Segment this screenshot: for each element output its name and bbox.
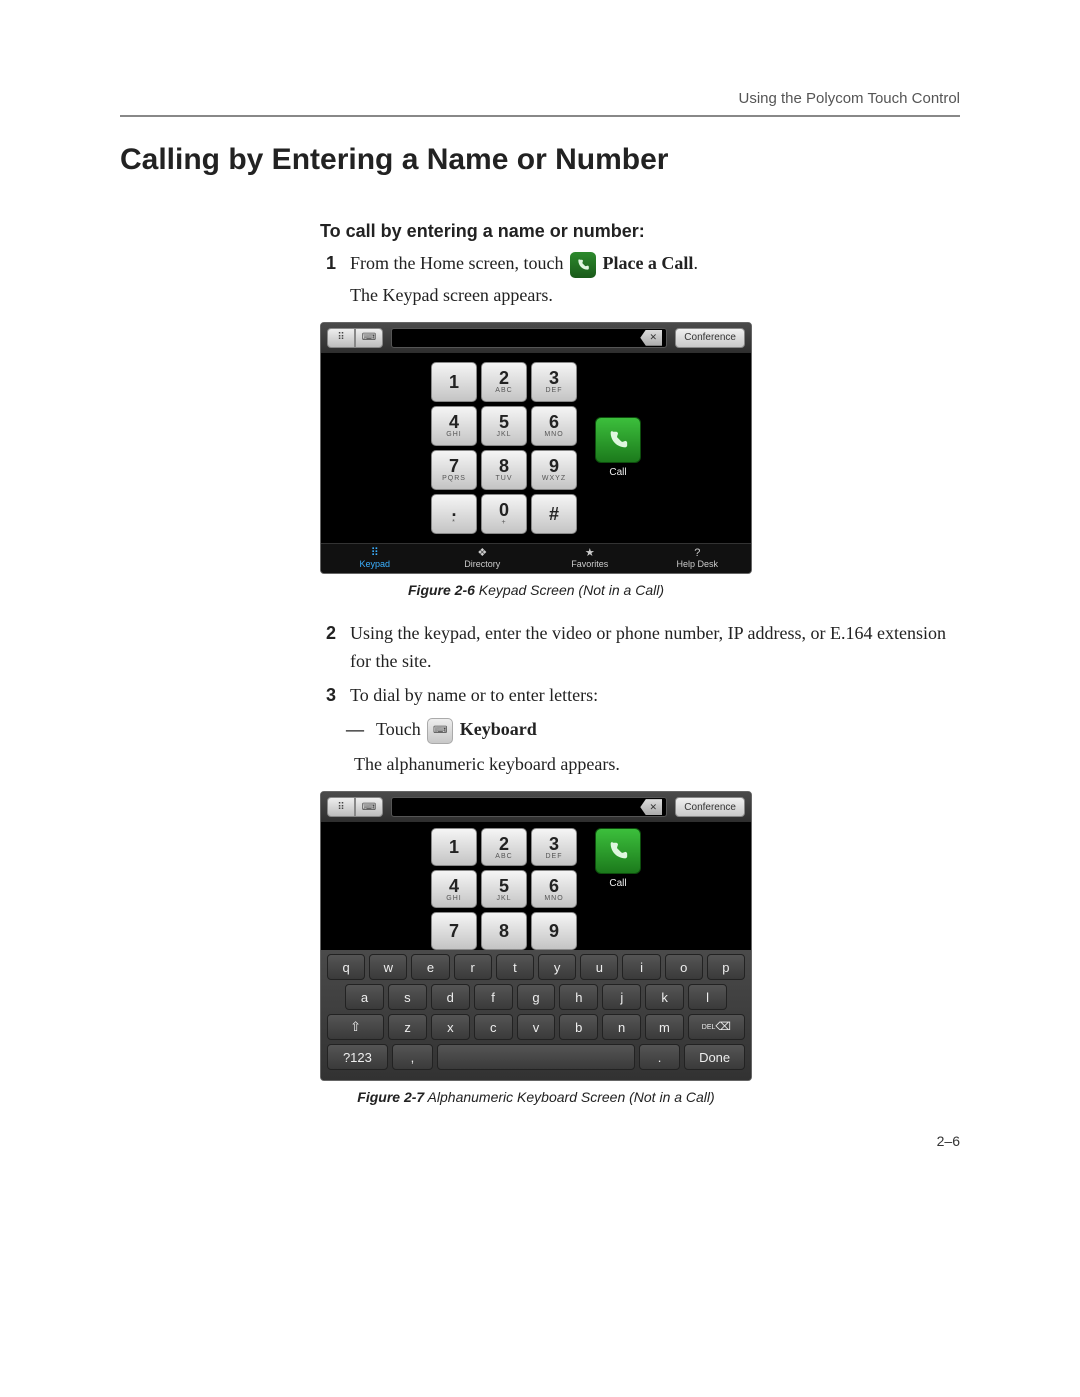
- phone-icon: [570, 252, 596, 278]
- key-e[interactable]: e: [411, 954, 449, 980]
- keypad-key-.[interactable]: .*: [431, 494, 477, 534]
- keyboard-icon: ⌨: [427, 718, 453, 744]
- comma-key[interactable]: ,: [392, 1044, 433, 1070]
- place-call-label: Place a Call: [602, 253, 693, 273]
- step-number: 2: [320, 620, 336, 676]
- keypad-key-7[interactable]: 7PQRS: [431, 450, 477, 490]
- call-label: Call: [609, 878, 626, 889]
- conference-button[interactable]: Conference: [675, 797, 745, 817]
- keypad-key-8[interactable]: 8: [481, 912, 527, 950]
- key-q[interactable]: q: [327, 954, 365, 980]
- key-g[interactable]: g: [517, 984, 556, 1010]
- key-l[interactable]: l: [688, 984, 727, 1010]
- key-z[interactable]: z: [388, 1014, 427, 1040]
- keypad-key-1[interactable]: 1: [431, 828, 477, 866]
- keyboard-tab-button[interactable]: ⌨: [355, 797, 383, 817]
- keypad-tab-button[interactable]: ⠿: [327, 328, 355, 348]
- figure-keyboard-screen: ⠿ ⌨ ✕ Conference 12ABC3DEF 4GHI5JKL6MNO 78…: [320, 791, 960, 1081]
- keypad-key-7[interactable]: 7: [431, 912, 477, 950]
- procedure-heading: To call by entering a name or number:: [320, 221, 960, 242]
- keypad-key-6[interactable]: 6MNO: [531, 406, 577, 446]
- key-a[interactable]: a: [345, 984, 384, 1010]
- step-3-bullet: — Touch ⌨ Keyboard: [346, 715, 960, 744]
- key-t[interactable]: t: [496, 954, 534, 980]
- key-v[interactable]: v: [517, 1014, 556, 1040]
- key-h[interactable]: h: [559, 984, 598, 1010]
- keypad-key-5[interactable]: 5JKL: [481, 406, 527, 446]
- key-s[interactable]: s: [388, 984, 427, 1010]
- key-i[interactable]: i: [622, 954, 660, 980]
- keypad-key-2[interactable]: 2ABC: [481, 828, 527, 866]
- qwerty-keyboard: qwertyuiop asdfghjkl ⇧zxcvbnmDEL⌫ ?123,.…: [321, 950, 751, 1080]
- key-b[interactable]: b: [559, 1014, 598, 1040]
- key-x[interactable]: x: [431, 1014, 470, 1040]
- key-o[interactable]: o: [665, 954, 703, 980]
- keypad-key-1[interactable]: 1: [431, 362, 477, 402]
- key-d[interactable]: d: [431, 984, 470, 1010]
- shift-key[interactable]: ⇧: [327, 1014, 384, 1040]
- backspace-button[interactable]: ✕: [640, 330, 662, 346]
- tab-help-desk[interactable]: ?Help Desk: [644, 544, 752, 573]
- keypad-key-0[interactable]: 0+: [481, 494, 527, 534]
- key-n[interactable]: n: [602, 1014, 641, 1040]
- delete-key[interactable]: DEL⌫: [688, 1014, 745, 1040]
- keypad-key-2[interactable]: 2ABC: [481, 362, 527, 402]
- keypad-key-3[interactable]: 3DEF: [531, 362, 577, 402]
- keypad-tab-button[interactable]: ⠿: [327, 797, 355, 817]
- conference-button[interactable]: Conference: [675, 328, 745, 348]
- step-number: 3: [320, 682, 336, 710]
- key-k[interactable]: k: [645, 984, 684, 1010]
- page-title: Calling by Entering a Name or Number: [120, 143, 960, 177]
- keypad-key-3[interactable]: 3DEF: [531, 828, 577, 866]
- keypad-key-4[interactable]: 4GHI: [431, 870, 477, 908]
- step-3-result: The alphanumeric keyboard appears.: [354, 750, 960, 779]
- key-u[interactable]: u: [580, 954, 618, 980]
- step-text: Using the keypad, enter the video or pho…: [350, 620, 960, 676]
- symbols-key[interactable]: ?123: [327, 1044, 388, 1070]
- step-2: 2 Using the keypad, enter the video or p…: [320, 620, 960, 676]
- key-r[interactable]: r: [454, 954, 492, 980]
- keypad-key-9[interactable]: 9WXYZ: [531, 450, 577, 490]
- tab-directory[interactable]: ❖Directory: [429, 544, 537, 573]
- step-text: To dial by name or to enter letters:: [350, 682, 960, 710]
- space-key[interactable]: [437, 1044, 635, 1070]
- keypad-key-#[interactable]: #: [531, 494, 577, 534]
- figure-keypad-screen: ⠿ ⌨ ✕ Conference 12ABC3DEF 4GHI5JKL6MNO 7P…: [320, 322, 960, 574]
- page-number: 2–6: [120, 1133, 960, 1149]
- header-rule: [120, 115, 960, 117]
- figure-caption-1: Figure 2-6 Keypad Screen (Not in a Call): [320, 582, 752, 598]
- keypad-key-5[interactable]: 5JKL: [481, 870, 527, 908]
- step-1: 1 From the Home screen, touch Place a Ca…: [320, 250, 960, 310]
- key-j[interactable]: j: [602, 984, 641, 1010]
- call-label: Call: [609, 467, 626, 478]
- key-y[interactable]: y: [538, 954, 576, 980]
- number-input[interactable]: ✕: [391, 797, 667, 817]
- key-w[interactable]: w: [369, 954, 407, 980]
- number-input[interactable]: ✕: [391, 328, 667, 348]
- keypad-key-4[interactable]: 4GHI: [431, 406, 477, 446]
- call-button[interactable]: [595, 828, 641, 874]
- backspace-button[interactable]: ✕: [640, 799, 662, 815]
- step-text: From the Home screen, touch: [350, 253, 568, 273]
- step-3: 3 To dial by name or to enter letters:: [320, 682, 960, 710]
- keyboard-tab-button[interactable]: ⌨: [355, 328, 383, 348]
- keypad-key-8[interactable]: 8TUV: [481, 450, 527, 490]
- key-m[interactable]: m: [645, 1014, 684, 1040]
- running-header: Using the Polycom Touch Control: [120, 90, 960, 107]
- period-key[interactable]: .: [639, 1044, 680, 1070]
- call-button[interactable]: [595, 417, 641, 463]
- keypad-key-9[interactable]: 9: [531, 912, 577, 950]
- keypad-key-6[interactable]: 6MNO: [531, 870, 577, 908]
- keyboard-label: Keyboard: [460, 719, 537, 739]
- tab-keypad[interactable]: ⠿Keypad: [321, 544, 429, 573]
- tab-favorites[interactable]: ★Favorites: [536, 544, 644, 573]
- figure-caption-2: Figure 2-7 Alphanumeric Keyboard Screen …: [320, 1089, 752, 1105]
- key-c[interactable]: c: [474, 1014, 513, 1040]
- step-text-line2: The Keypad screen appears.: [350, 282, 960, 310]
- key-f[interactable]: f: [474, 984, 513, 1010]
- key-p[interactable]: p: [707, 954, 745, 980]
- step-number: 1: [320, 250, 336, 310]
- done-key[interactable]: Done: [684, 1044, 745, 1070]
